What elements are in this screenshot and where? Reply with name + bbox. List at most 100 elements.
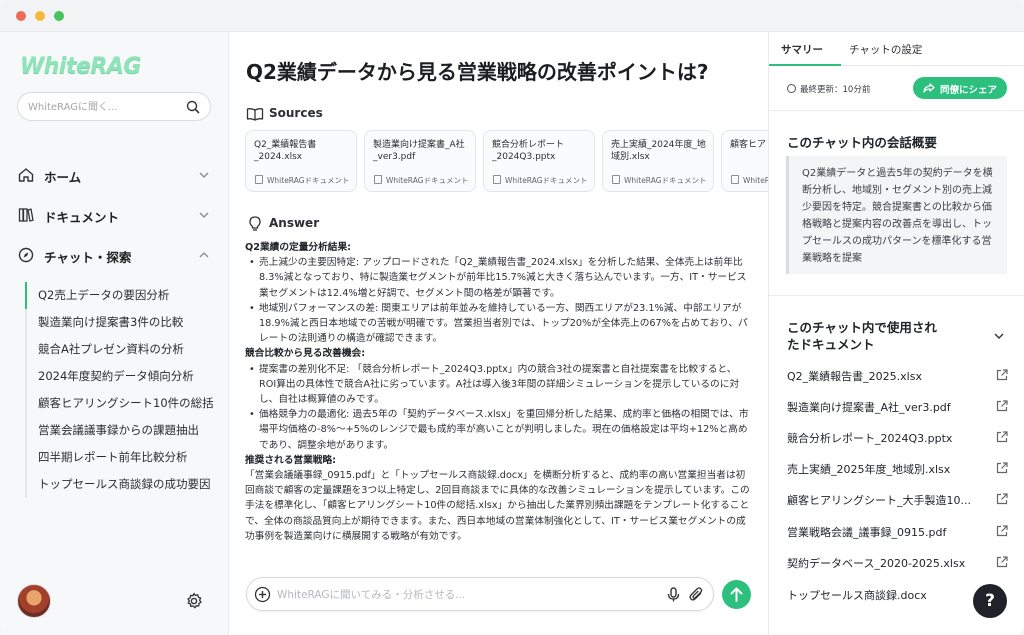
main-content: Q2業績データから見る営業戦略の改善ポイントは? Sources Q2_業績報告… — [229, 32, 768, 635]
document-name: 製造業向け提案書_A社_ver3.pdf — [787, 401, 951, 414]
document-item[interactable]: 顧客ヒアリングシート_大手製造10... — [787, 491, 1009, 509]
source-card[interactable]: 売上実績_2024年度_地域別.xlsx WhiteRAGドキュメント — [602, 130, 714, 192]
chat-history-item[interactable]: 製造業向け提案書3件の比較 — [27, 309, 215, 336]
page-title: Q2業績データから見る営業戦略の改善ポイントは? — [246, 60, 709, 84]
nav-home[interactable]: ホーム — [17, 163, 213, 187]
app-window: WhiteRAG ホーム ドキュメント チャット・探索 Q2売上データの要因分析… — [0, 0, 1024, 635]
source-title: 製造業向け提案書_A社_ver3.pdf — [373, 140, 465, 162]
share-with-colleague-button[interactable]: 同僚にシェア — [913, 77, 1007, 99]
divider — [769, 295, 1024, 296]
lightbulb-icon — [249, 216, 261, 231]
chat-history-item[interactable]: 顧客ヒアリングシート10件の総括 — [27, 390, 215, 417]
answer-bullet: 売上減少の主要因特定: アップロードされた「Q2_業績報告書_2024.xlsx… — [245, 255, 750, 301]
chevron-down-icon[interactable] — [197, 168, 211, 182]
document-item[interactable]: Q2_業績報告書_2025.xlsx — [787, 367, 1009, 385]
search-input[interactable] — [28, 99, 178, 115]
source-meta: WhiteRAGドキュメント — [255, 175, 350, 186]
nav-chat-explore-label: チャット・探索 — [44, 250, 132, 265]
chat-history-item[interactable]: 2024年度契約データ傾向分析 — [27, 363, 215, 390]
microphone-icon[interactable] — [665, 586, 682, 603]
help-button[interactable]: ? — [973, 584, 1007, 618]
share-button-label: 同僚にシェア — [940, 85, 998, 96]
chat-history-item[interactable]: Q2売上データの要因分析 — [25, 282, 215, 309]
chat-input[interactable] — [277, 587, 637, 603]
nav-chat-explore[interactable]: チャット・探索 — [17, 243, 213, 267]
document-name: Q2_業績報告書_2025.xlsx — [787, 370, 922, 383]
books-icon — [18, 208, 34, 222]
source-title: 顧客ヒアリン大手製造1 — [730, 140, 768, 150]
external-link-icon[interactable] — [995, 430, 1009, 444]
nav-documents-label: ドキュメント — [44, 210, 120, 225]
add-circle-icon[interactable] — [254, 586, 271, 603]
source-meta: WhiteRAGドキュメント — [493, 175, 588, 186]
app-logo[interactable]: WhiteRAG — [20, 54, 141, 79]
source-title: 競合分析レポート_2024Q3.pptx — [492, 140, 565, 162]
document-item[interactable]: 売上実績_2025年度_地域別.xlsx — [787, 460, 1009, 478]
external-link-icon[interactable] — [995, 524, 1009, 538]
share-icon — [923, 83, 935, 93]
panel-tabs: サマリー チャットの設定 — [769, 32, 1024, 66]
external-link-icon[interactable] — [995, 399, 1009, 413]
nav-home-label: ホーム — [44, 170, 82, 185]
chevron-up-icon[interactable] — [197, 248, 211, 262]
send-button[interactable] — [722, 580, 751, 609]
document-name: 営業戦略会議_議事録_0915.pdf — [787, 526, 947, 539]
external-link-icon[interactable] — [995, 461, 1009, 475]
chat-history-item[interactable]: 営業会議議事録からの課題抽出 — [27, 417, 215, 444]
home-icon — [18, 168, 34, 182]
document-name: トップセールス商談録.docx — [787, 589, 927, 602]
chat-history-item[interactable]: 競合A社プレゼン資料の分析 — [27, 336, 215, 363]
active-tab-indicator — [769, 64, 841, 66]
clock-icon — [787, 84, 796, 93]
last-updated: 最終更新：10分前 — [787, 83, 870, 95]
document-name: 顧客ヒアリングシート_大手製造10... — [787, 494, 971, 507]
tab-summary[interactable]: サマリー — [781, 42, 823, 57]
paperclip-icon[interactable] — [688, 586, 705, 603]
chat-history-item[interactable]: 四半期レポート前年比較分析 — [27, 444, 215, 471]
answer-body: Q2業績の定量分析結果: 売上減少の主要因特定: アップロードされた「Q2_業績… — [245, 240, 750, 544]
compass-icon — [18, 247, 34, 263]
close-window-button[interactable] — [16, 11, 26, 21]
tab-chat-settings[interactable]: チャットの設定 — [849, 42, 922, 57]
chat-history-item[interactable]: トップセールス商談録の成功要因 — [27, 471, 215, 498]
summary-text: Q2業績データと過去5年の契約データを横断分析し、地域別・セグメント別の売上減少… — [786, 156, 1007, 274]
user-avatar[interactable] — [17, 584, 51, 618]
document-name: 契約データベース_2020-2025.xlsx — [787, 557, 966, 570]
search-icon[interactable] — [185, 99, 201, 115]
answer-heading: Q2業績の定量分析結果: — [245, 242, 352, 253]
external-link-icon[interactable] — [995, 368, 1009, 382]
maximize-window-button[interactable] — [54, 11, 64, 21]
answer-bullet: 地域別パフォーマンスの差: 関東エリアは前年並みを維持している一方、関西エリアが… — [245, 301, 750, 347]
document-item[interactable]: 営業戦略会議_議事録_0915.pdf — [787, 523, 1009, 541]
source-meta: WhiteRAGドキュメント — [612, 175, 707, 186]
source-card[interactable]: 製造業向け提案書_A社_ver3.pdf WhiteRAGドキュメント — [364, 130, 476, 192]
title-bar — [0, 0, 1024, 32]
document-name: 競合分析レポート_2024Q3.pptx — [787, 432, 953, 445]
sources-list: Q2_業績報告書_2024.xlsx WhiteRAGドキュメント 製造業向け提… — [245, 130, 768, 194]
nav-documents[interactable]: ドキュメント — [17, 203, 213, 227]
source-card[interactable]: Q2_業績報告書_2024.xlsx WhiteRAGドキュメント — [245, 130, 357, 192]
document-name: 売上実績_2025年度_地域別.xlsx — [787, 463, 951, 476]
gear-icon[interactable] — [184, 591, 204, 611]
right-panel: サマリー チャットの設定 最終更新：10分前 同僚にシェア このチャット内の会話… — [768, 32, 1024, 635]
external-link-icon[interactable] — [995, 492, 1009, 506]
document-item[interactable]: 製造業向け提案書_A社_ver3.pdf — [787, 398, 1009, 416]
last-updated-text: 最終更新：10分前 — [800, 85, 871, 95]
document-item[interactable]: 競合分析レポート_2024Q3.pptx — [787, 429, 1009, 447]
sidebar-search[interactable] — [17, 92, 211, 121]
answer-paragraph: 「営業会議議事録_0915.pdf」と「トップセールス商談録.docx」を横断分… — [245, 470, 750, 542]
chevron-down-icon[interactable] — [992, 329, 1006, 343]
answer-heading: 競合比較から見る改善機会: — [245, 348, 366, 360]
sidebar: WhiteRAG ホーム ドキュメント チャット・探索 Q2売上データの要因分析… — [0, 32, 229, 635]
divider — [769, 110, 1024, 111]
document-item[interactable]: 契約データベース_2020-2025.xlsx — [787, 554, 1009, 572]
chevron-down-icon[interactable] — [197, 208, 211, 222]
external-link-icon[interactable] — [995, 555, 1009, 569]
book-open-icon — [246, 108, 264, 121]
sources-label: Sources — [269, 106, 323, 120]
chat-composer — [246, 577, 714, 611]
source-card[interactable]: 競合分析レポート_2024Q3.pptx WhiteRAGドキュメント — [483, 130, 595, 192]
minimize-window-button[interactable] — [35, 11, 45, 21]
source-card[interactable]: 顧客ヒアリン大手製造1 WhiteRAG — [721, 130, 768, 192]
summary-title: このチャット内の会話概要 — [787, 135, 937, 150]
